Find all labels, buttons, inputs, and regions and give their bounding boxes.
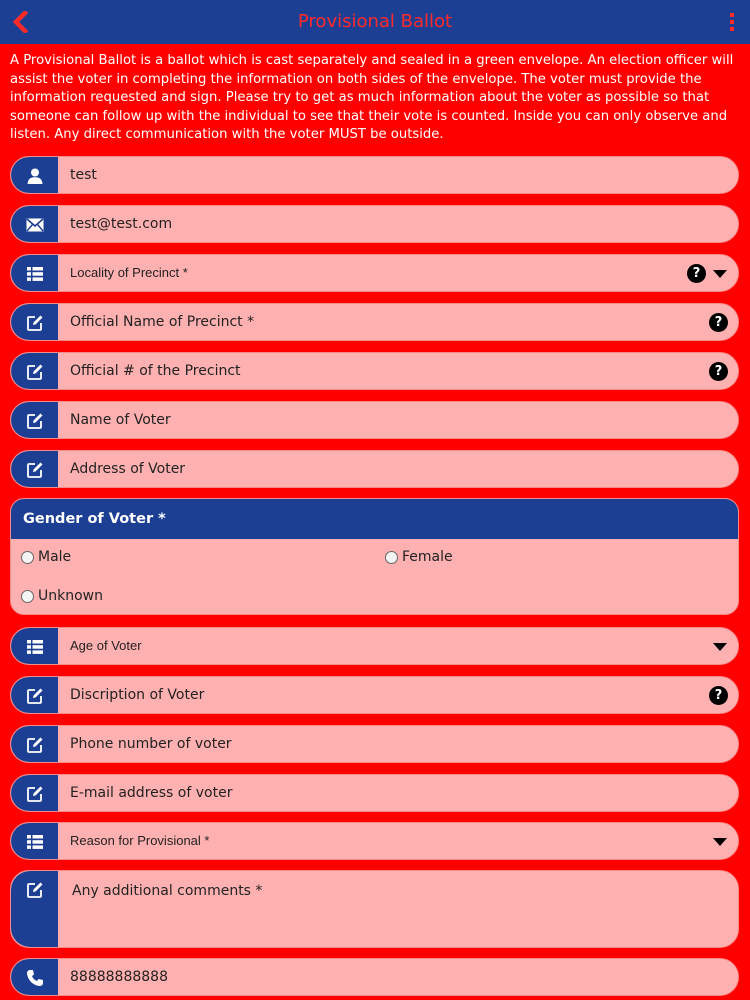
email-value: test@test.com <box>70 216 173 232</box>
reason-label: Reason for Provisional * <box>70 833 210 848</box>
precinct-number-field[interactable]: Official # of the Precinct ? <box>10 352 739 390</box>
user-icon <box>27 168 42 184</box>
help-icon[interactable]: ? <box>687 264 706 283</box>
chevron-down-icon <box>713 643 727 651</box>
precinct-name-field[interactable]: Official Name of Precinct * ? <box>10 303 739 341</box>
age-select[interactable]: Age of Voter <box>10 627 739 665</box>
reason-select[interactable]: Reason for Provisional * <box>10 822 739 860</box>
name-field[interactable]: test <box>10 156 739 194</box>
description-placeholder: Discription of Voter <box>70 687 205 703</box>
edit-icon <box>26 737 42 753</box>
page-title: Provisional Ballot <box>297 11 453 32</box>
edit-icon <box>26 315 42 331</box>
app-header: Provisional Ballot <box>0 0 750 44</box>
radio-button[interactable] <box>385 550 398 564</box>
locality-select[interactable]: Locality of Precinct * ? <box>10 254 739 292</box>
list-icon <box>26 267 43 281</box>
help-icon[interactable]: ? <box>709 686 728 705</box>
voter-email-placeholder: E-mail address of voter <box>70 785 233 801</box>
edit-icon <box>26 364 42 380</box>
chevron-down-icon <box>713 270 727 278</box>
precinct-number-placeholder: Official # of the Precinct <box>70 363 241 379</box>
list-icon <box>26 835 43 849</box>
help-icon[interactable]: ? <box>709 313 728 332</box>
comments-placeholder: Any additional comments * <box>72 883 263 899</box>
voter-address-placeholder: Address of Voter <box>70 461 186 477</box>
gender-radio-unknown[interactable]: Unknown <box>21 588 103 604</box>
email-field[interactable]: test@test.com <box>10 205 739 243</box>
radio-button[interactable] <box>21 550 34 564</box>
voter-phone-field[interactable]: Phone number of voter <box>10 725 739 763</box>
description-field[interactable]: Discription of Voter ? <box>10 676 739 714</box>
voter-name-placeholder: Name of Voter <box>70 412 171 428</box>
more-menu-button[interactable] <box>724 10 740 34</box>
radio-button[interactable] <box>21 589 34 603</box>
edit-icon <box>26 882 42 898</box>
phone-icon <box>26 970 43 986</box>
envelope-icon <box>25 218 44 232</box>
edit-icon <box>26 688 42 704</box>
phone-field[interactable]: 88888888888 <box>10 958 739 996</box>
phone-value: 88888888888 <box>70 969 168 985</box>
gender-group: Gender of Voter * Male Female Unknown <box>10 498 739 615</box>
help-icon[interactable]: ? <box>709 362 728 381</box>
voter-name-field[interactable]: Name of Voter <box>10 401 739 439</box>
gender-radio-male[interactable]: Male <box>21 549 71 565</box>
more-vertical-icon <box>730 13 734 17</box>
precinct-name-placeholder: Official Name of Precinct * <box>70 314 255 330</box>
gender-label: Gender of Voter * <box>11 499 738 539</box>
gender-radio-female[interactable]: Female <box>385 549 453 565</box>
voter-address-field[interactable]: Address of Voter <box>10 450 739 488</box>
name-value: test <box>70 167 97 183</box>
list-icon <box>26 640 43 654</box>
chevron-down-icon <box>713 838 727 846</box>
voter-phone-placeholder: Phone number of voter <box>70 736 232 752</box>
locality-label: Locality of Precinct * <box>70 265 188 280</box>
age-label: Age of Voter <box>70 638 142 653</box>
voter-email-field[interactable]: E-mail address of voter <box>10 774 739 812</box>
edit-icon <box>26 462 42 478</box>
intro-text: A Provisional Ballot is a ballot which i… <box>10 53 734 142</box>
edit-icon <box>26 786 42 802</box>
edit-icon <box>26 413 42 429</box>
comments-textarea[interactable]: Any additional comments * <box>10 870 739 948</box>
